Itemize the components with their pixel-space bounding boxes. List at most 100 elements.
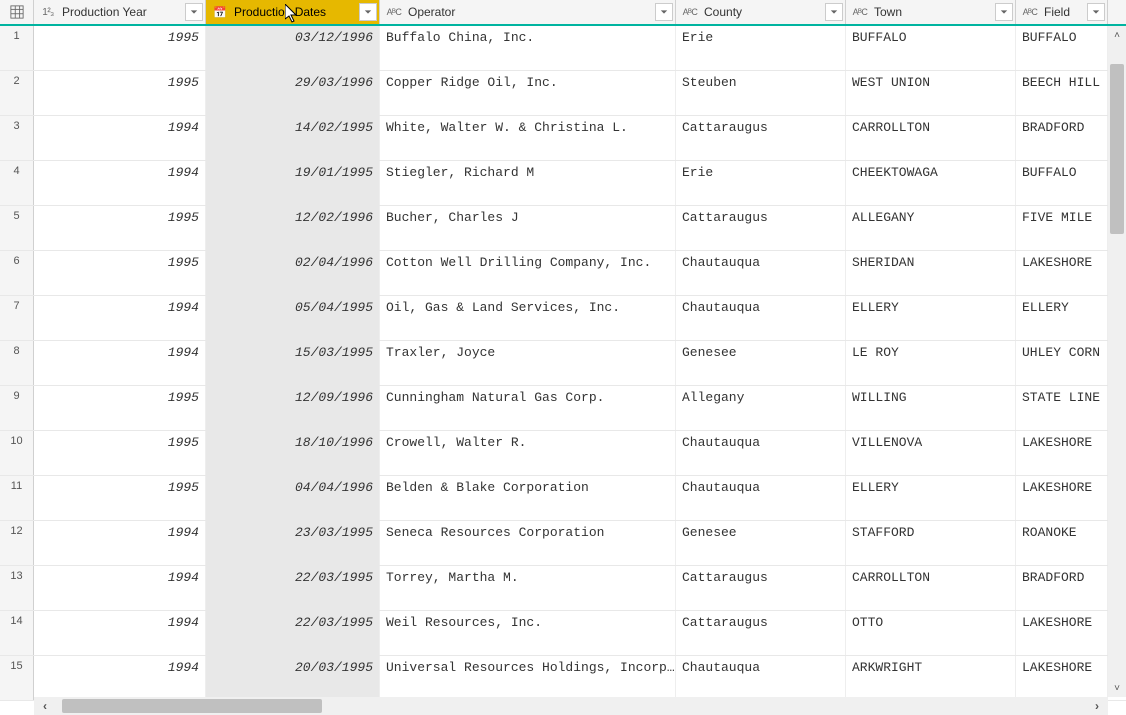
cell-year[interactable]: 1994	[34, 161, 206, 205]
cell-town[interactable]: SHERIDAN	[846, 251, 1016, 295]
cell-dates[interactable]: 02/04/1996	[206, 251, 380, 295]
cell-county[interactable]: Allegany	[676, 386, 846, 430]
column-header-field[interactable]: Field	[1016, 0, 1108, 24]
filter-dropdown-button[interactable]	[995, 3, 1013, 21]
cell-dates[interactable]: 22/03/1995	[206, 611, 380, 655]
cell-year[interactable]: 1995	[34, 431, 206, 475]
cell-dates[interactable]: 23/03/1995	[206, 521, 380, 565]
cell-year[interactable]: 1995	[34, 206, 206, 250]
cell-dates[interactable]: 15/03/1995	[206, 341, 380, 385]
cell-field[interactable]: BRADFORD	[1016, 116, 1108, 160]
cell-operator[interactable]: Seneca Resources Corporation	[380, 521, 676, 565]
row-number[interactable]: 12	[0, 521, 34, 565]
cell-operator[interactable]: Crowell, Walter R.	[380, 431, 676, 475]
cell-county[interactable]: Cattaraugus	[676, 566, 846, 610]
filter-dropdown-button[interactable]	[1087, 3, 1105, 21]
cell-county[interactable]: Chautauqua	[676, 296, 846, 340]
row-number[interactable]: 5	[0, 206, 34, 250]
cell-town[interactable]: ARKWRIGHT	[846, 656, 1016, 700]
row-number[interactable]: 10	[0, 431, 34, 475]
cell-county[interactable]: Chautauqua	[676, 251, 846, 295]
cell-town[interactable]: ELLERY	[846, 296, 1016, 340]
cell-field[interactable]: UHLEY CORN	[1016, 341, 1108, 385]
cell-dates[interactable]: 19/01/1995	[206, 161, 380, 205]
cell-field[interactable]: LAKESHORE	[1016, 611, 1108, 655]
cell-operator[interactable]: Stiegler, Richard M	[380, 161, 676, 205]
cell-town[interactable]: CARROLLTON	[846, 566, 1016, 610]
cell-field[interactable]: LAKESHORE	[1016, 431, 1108, 475]
cell-field[interactable]: BEECH HILL	[1016, 71, 1108, 115]
row-number[interactable]: 13	[0, 566, 34, 610]
cell-county[interactable]: Cattaraugus	[676, 206, 846, 250]
cell-year[interactable]: 1994	[34, 656, 206, 700]
cell-year[interactable]: 1995	[34, 476, 206, 520]
cell-dates[interactable]: 05/04/1995	[206, 296, 380, 340]
row-number[interactable]: 4	[0, 161, 34, 205]
row-number[interactable]: 8	[0, 341, 34, 385]
row-number[interactable]: 9	[0, 386, 34, 430]
cell-operator[interactable]: Bucher, Charles J	[380, 206, 676, 250]
column-header-dates[interactable]: Production Dates	[206, 0, 380, 24]
row-number[interactable]: 3	[0, 116, 34, 160]
cell-field[interactable]: BUFFALO	[1016, 161, 1108, 205]
row-number[interactable]: 15	[0, 656, 34, 700]
cell-town[interactable]: ALLEGANY	[846, 206, 1016, 250]
cell-operator[interactable]: Copper Ridge Oil, Inc.	[380, 71, 676, 115]
row-number[interactable]: 11	[0, 476, 34, 520]
cell-dates[interactable]: 29/03/1996	[206, 71, 380, 115]
cell-county[interactable]: Erie	[676, 161, 846, 205]
cell-dates[interactable]: 20/03/1995	[206, 656, 380, 700]
cell-town[interactable]: LE ROY	[846, 341, 1016, 385]
cell-operator[interactable]: Universal Resources Holdings, Incorp…	[380, 656, 676, 700]
cell-county[interactable]: Chautauqua	[676, 431, 846, 475]
cell-year[interactable]: 1994	[34, 521, 206, 565]
table-row[interactable]: 9199512/09/1996Cunningham Natural Gas Co…	[0, 386, 1126, 431]
cell-field[interactable]: LAKESHORE	[1016, 251, 1108, 295]
filter-dropdown-button[interactable]	[825, 3, 843, 21]
cell-field[interactable]: LAKESHORE	[1016, 656, 1108, 700]
cell-year[interactable]: 1994	[34, 341, 206, 385]
filter-dropdown-button[interactable]	[359, 3, 377, 21]
cell-field[interactable]: BRADFORD	[1016, 566, 1108, 610]
table-row[interactable]: 10199518/10/1996Crowell, Walter R.Chauta…	[0, 431, 1126, 476]
scroll-track[interactable]	[1108, 44, 1126, 679]
cell-town[interactable]: WILLING	[846, 386, 1016, 430]
cell-year[interactable]: 1994	[34, 566, 206, 610]
cell-year[interactable]: 1994	[34, 611, 206, 655]
table-row[interactable]: 8199415/03/1995Traxler, JoyceGeneseeLE R…	[0, 341, 1126, 386]
cell-town[interactable]: OTTO	[846, 611, 1016, 655]
row-number[interactable]: 7	[0, 296, 34, 340]
cell-county[interactable]: Cattaraugus	[676, 116, 846, 160]
cell-field[interactable]: FIVE MILE	[1016, 206, 1108, 250]
table-row[interactable]: 5199512/02/1996Bucher, Charles JCattarau…	[0, 206, 1126, 251]
cell-operator[interactable]: Cotton Well Drilling Company, Inc.	[380, 251, 676, 295]
row-number[interactable]: 1	[0, 26, 34, 70]
cell-town[interactable]: CHEEKTOWAGA	[846, 161, 1016, 205]
cell-field[interactable]: LAKESHORE	[1016, 476, 1108, 520]
cell-field[interactable]: ELLERY	[1016, 296, 1108, 340]
cell-year[interactable]: 1994	[34, 296, 206, 340]
cell-year[interactable]: 1995	[34, 71, 206, 115]
cell-town[interactable]: STAFFORD	[846, 521, 1016, 565]
column-header-county[interactable]: County	[676, 0, 846, 24]
scroll-thumb[interactable]	[1110, 64, 1124, 234]
column-header-year[interactable]: Production Year	[34, 0, 206, 24]
cell-year[interactable]: 1995	[34, 26, 206, 70]
cell-county[interactable]: Cattaraugus	[676, 611, 846, 655]
cell-county[interactable]: Chautauqua	[676, 656, 846, 700]
filter-dropdown-button[interactable]	[655, 3, 673, 21]
scroll-track[interactable]	[56, 697, 1086, 715]
scroll-right-arrow[interactable]: ›	[1086, 697, 1108, 715]
table-row[interactable]: 14199422/03/1995Weil Resources, Inc.Catt…	[0, 611, 1126, 656]
cell-year[interactable]: 1995	[34, 386, 206, 430]
horizontal-scrollbar[interactable]: ‹ ›	[34, 697, 1108, 715]
column-header-operator[interactable]: Operator	[380, 0, 676, 24]
row-number[interactable]: 2	[0, 71, 34, 115]
cell-field[interactable]: ROANOKE	[1016, 521, 1108, 565]
cell-county[interactable]: Genesee	[676, 341, 846, 385]
cell-dates[interactable]: 12/09/1996	[206, 386, 380, 430]
cell-operator[interactable]: Cunningham Natural Gas Corp.	[380, 386, 676, 430]
table-row[interactable]: 6199502/04/1996Cotton Well Drilling Comp…	[0, 251, 1126, 296]
cell-town[interactable]: CARROLLTON	[846, 116, 1016, 160]
column-header-town[interactable]: Town	[846, 0, 1016, 24]
